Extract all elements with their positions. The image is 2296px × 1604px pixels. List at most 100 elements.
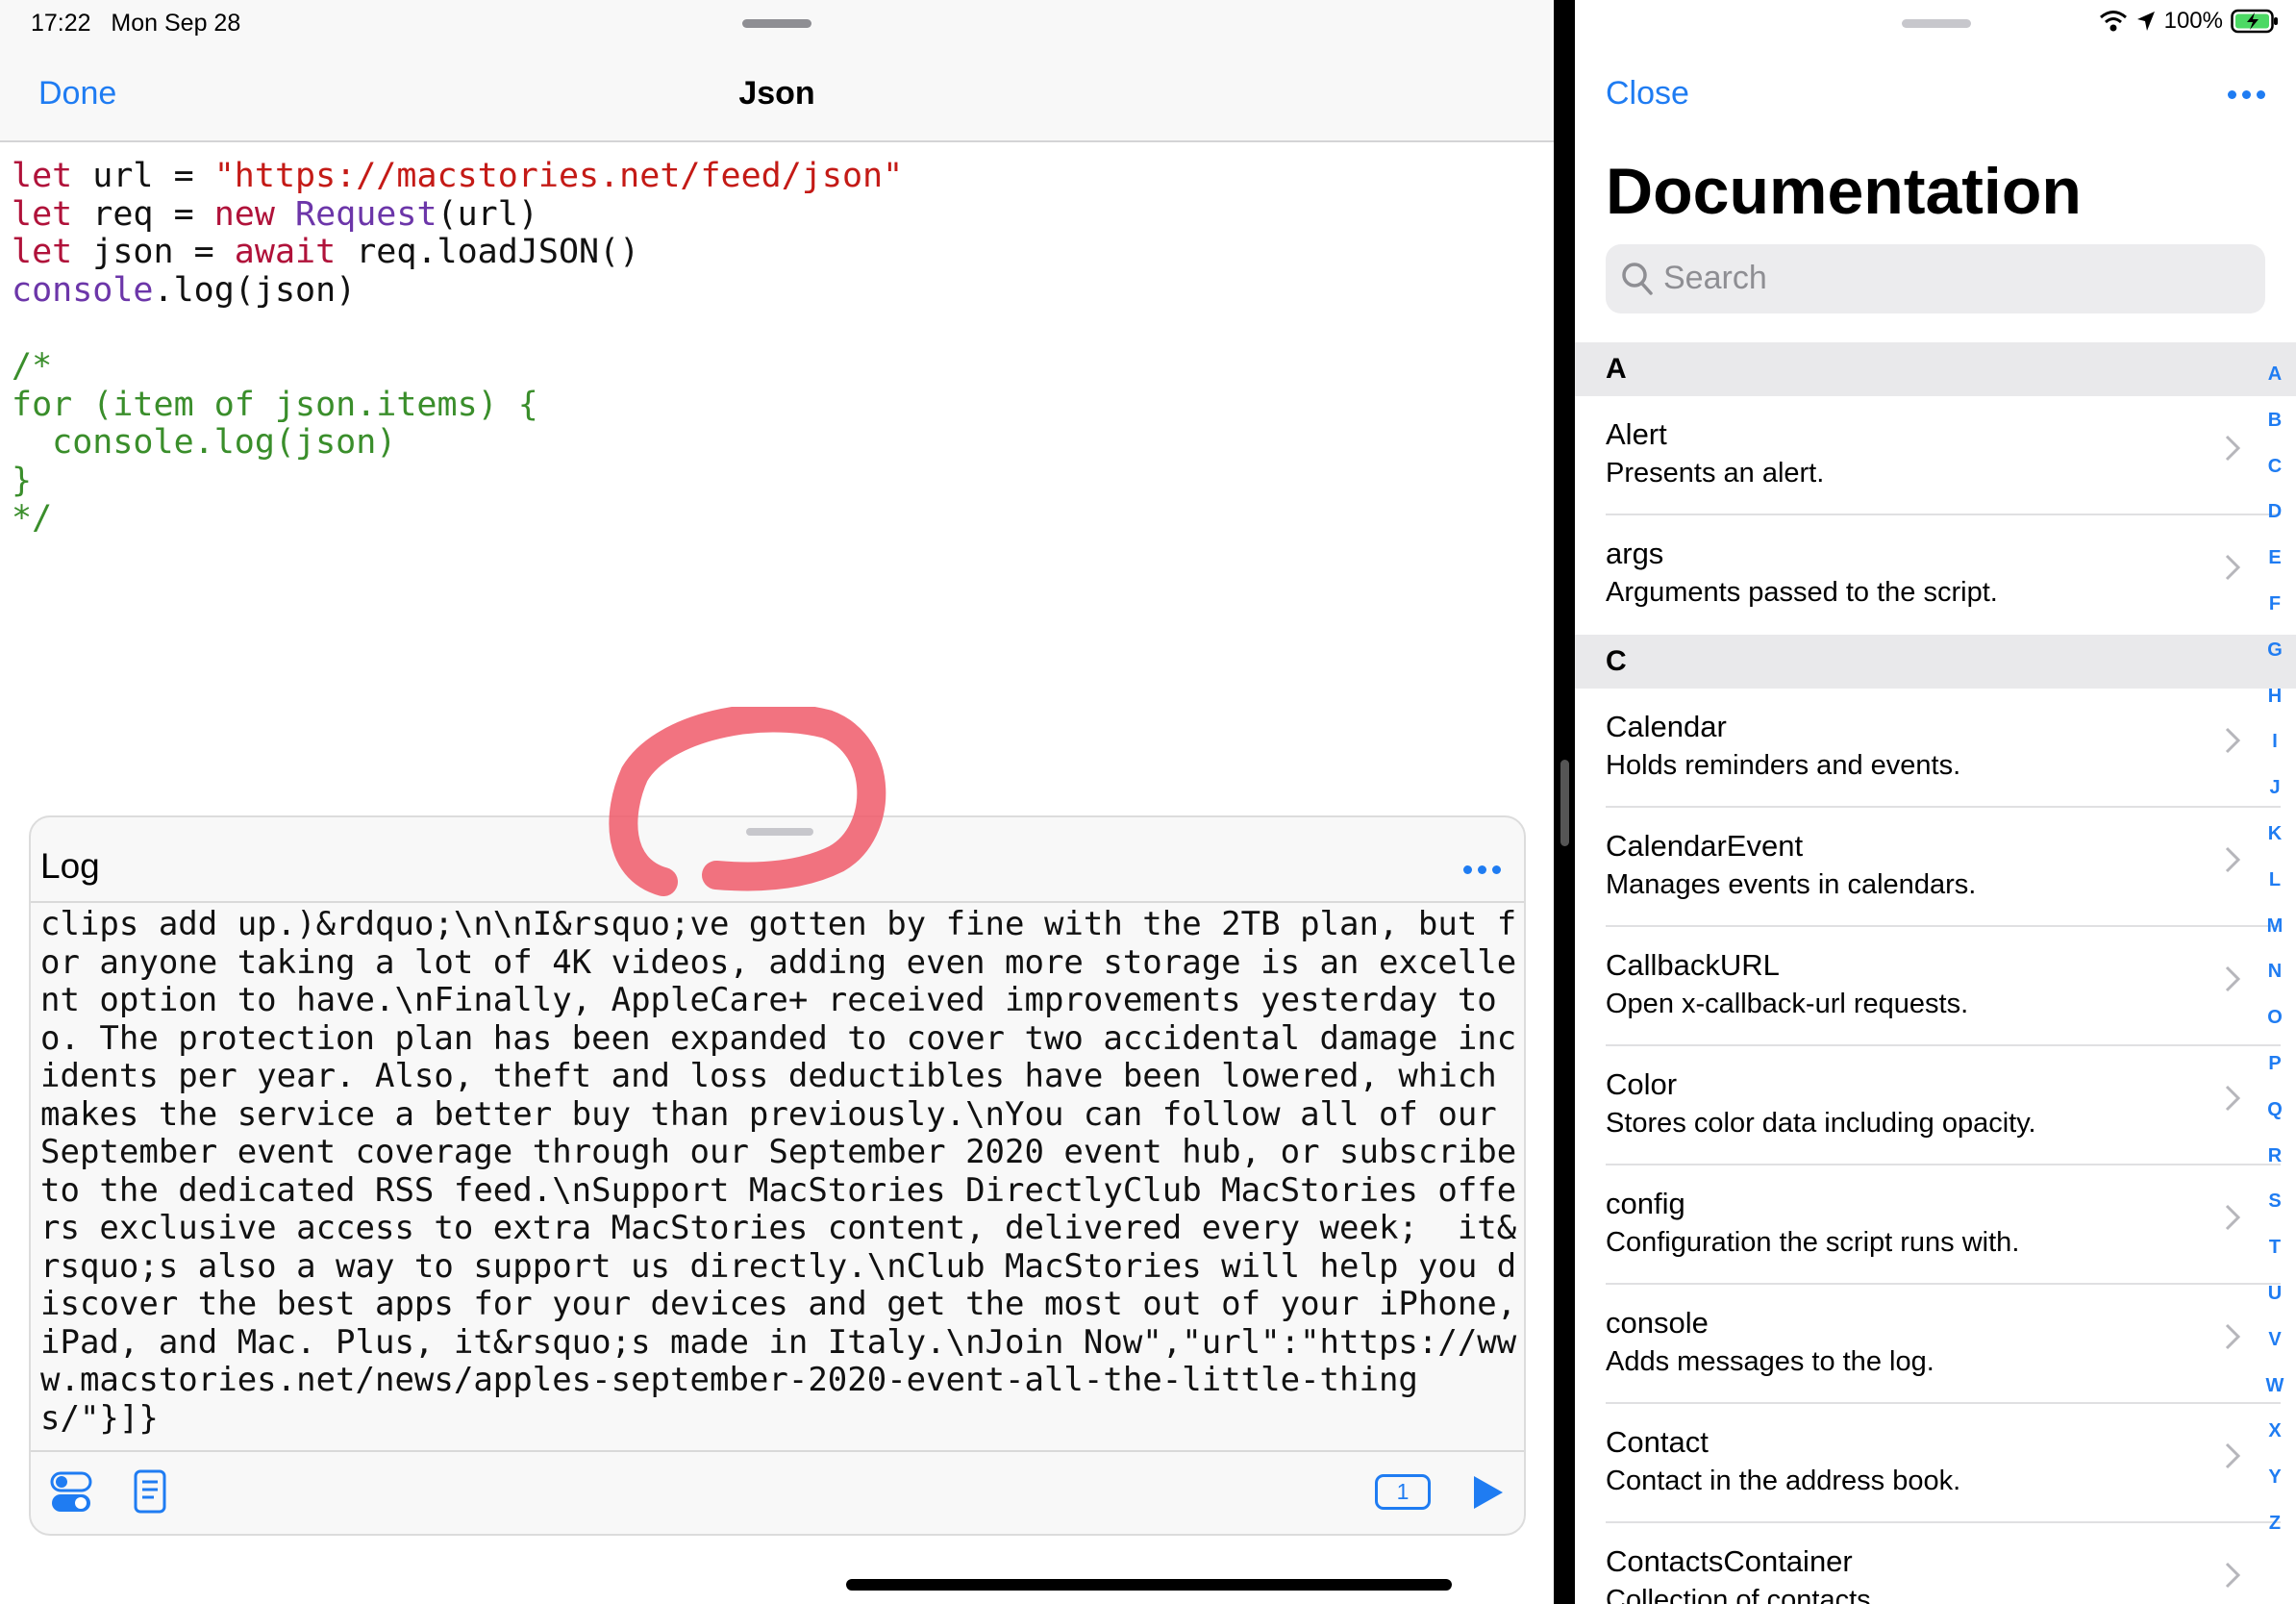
doc-item-desc: Stores color data including opacity.: [1606, 1108, 2036, 1139]
doc-item-calendarevent[interactable]: CalendarEvent Manages events in calendar…: [1606, 808, 2281, 927]
wifi-icon: [2099, 11, 2127, 32]
window-grabber[interactable]: [742, 19, 811, 28]
doc-item-desc: Holds reminders and events.: [1606, 750, 1961, 781]
battery-percent: 100%: [2163, 8, 2223, 34]
code-editor[interactable]: let url = "https://macstories.net/feed/j…: [12, 157, 903, 539]
index-letter-d[interactable]: D: [2256, 501, 2294, 547]
chevron-right-icon: [2225, 1323, 2240, 1350]
index-letter-k[interactable]: K: [2256, 823, 2294, 869]
status-bar-right: 100%: [2099, 8, 2279, 35]
log-count-badge[interactable]: 1: [1375, 1474, 1431, 1510]
index-letter-v[interactable]: V: [2256, 1329, 2294, 1375]
doc-item-args[interactable]: args Arguments passed to the script.: [1606, 515, 2250, 635]
doc-item-console[interactable]: console Adds messages to the log.: [1606, 1285, 2281, 1404]
section-header-c: C: [1575, 635, 2296, 689]
chevron-right-icon: [2225, 435, 2240, 462]
doc-item-calendar[interactable]: Calendar Holds reminders and events.: [1606, 689, 2281, 808]
chevron-right-icon: [2225, 1204, 2240, 1231]
section-index[interactable]: ABCDEFGHIJKLMNOPQRSTUVWXYZ: [2256, 363, 2294, 1559]
annotation-circle: [609, 707, 886, 896]
documentation-pane: 100% Close Documentation Search A Alert …: [1575, 0, 2296, 1604]
doc-item-callbackurl[interactable]: CallbackURL Open x-callback-url requests…: [1606, 927, 2281, 1046]
search-field[interactable]: Search: [1606, 244, 2265, 313]
doc-item-contactscontainer[interactable]: ContactsContainer Collection of contacts…: [1606, 1523, 2250, 1604]
doc-item-desc: Arguments passed to the script.: [1606, 577, 1998, 608]
index-letter-z[interactable]: Z: [2256, 1513, 2294, 1559]
doc-item-desc: Presents an alert.: [1606, 458, 1825, 489]
doc-item-name: Alert: [1606, 417, 1667, 451]
index-letter-r[interactable]: R: [2256, 1145, 2294, 1191]
chevron-right-icon: [2225, 554, 2240, 581]
script-title: Json: [738, 75, 815, 112]
play-icon[interactable]: [1470, 1474, 1507, 1511]
search-placeholder: Search: [1663, 260, 1767, 296]
doc-item-name: Contact: [1606, 1425, 1709, 1459]
doc-item-desc: Configuration the script runs with.: [1606, 1227, 2020, 1258]
index-letter-w[interactable]: W: [2256, 1375, 2294, 1421]
editor-header: 17:22 Mon Sep 28 Done Json: [0, 0, 1554, 142]
status-time: 17:22 Mon Sep 28: [31, 10, 241, 37]
index-letter-i[interactable]: I: [2256, 731, 2294, 777]
toggles-icon[interactable]: [50, 1470, 92, 1515]
index-letter-m[interactable]: M: [2256, 915, 2294, 962]
chevron-right-icon: [2225, 1562, 2240, 1589]
doc-item-config[interactable]: config Configuration the script runs wit…: [1606, 1165, 2281, 1285]
close-button[interactable]: Close: [1606, 75, 1689, 113]
log-more-icon[interactable]: [1463, 865, 1501, 874]
index-letter-f[interactable]: F: [2256, 593, 2294, 639]
index-letter-a[interactable]: A: [2256, 363, 2294, 410]
chevron-right-icon: [2225, 1442, 2240, 1469]
log-toolbar: 1: [31, 1451, 1524, 1534]
log-title: Log: [40, 846, 100, 886]
script-editor-pane: 17:22 Mon Sep 28 Done Json let url = "ht…: [0, 0, 1554, 1604]
index-letter-h[interactable]: H: [2256, 686, 2294, 732]
index-letter-e[interactable]: E: [2256, 547, 2294, 593]
index-letter-g[interactable]: G: [2256, 639, 2294, 686]
chevron-right-icon: [2225, 846, 2240, 873]
doc-item-contact[interactable]: Contact Contact in the address book.: [1606, 1404, 2281, 1523]
doc-item-desc: Open x-callback-url requests.: [1606, 989, 1969, 1019]
doc-item-name: config: [1606, 1187, 1685, 1220]
doc-item-desc: Manages events in calendars.: [1606, 869, 1977, 900]
chevron-right-icon: [2225, 727, 2240, 754]
index-letter-x[interactable]: X: [2256, 1420, 2294, 1466]
index-letter-s[interactable]: S: [2256, 1190, 2294, 1237]
doc-item-name: CallbackURL: [1606, 948, 1780, 982]
log-panel: Log clips add up.)&rdquo;\n\nI&rsquo;ve …: [29, 815, 1526, 1536]
index-letter-l[interactable]: L: [2256, 869, 2294, 915]
index-letter-y[interactable]: Y: [2256, 1466, 2294, 1513]
docs-more-icon[interactable]: [2228, 90, 2265, 99]
search-icon: [1622, 263, 1653, 295]
index-letter-b[interactable]: B: [2256, 410, 2294, 456]
home-indicator: [846, 1579, 1452, 1591]
doc-item-name: CalendarEvent: [1606, 829, 1804, 863]
index-letter-n[interactable]: N: [2256, 961, 2294, 1007]
split-view-handle[interactable]: [1560, 760, 1569, 846]
log-output: clips add up.)&rdquo;\n\nI&rsquo;ve gott…: [40, 906, 1517, 1438]
index-letter-u[interactable]: U: [2256, 1283, 2294, 1329]
doc-item-name: console: [1606, 1306, 1709, 1340]
index-letter-o[interactable]: O: [2256, 1007, 2294, 1053]
index-letter-q[interactable]: Q: [2256, 1099, 2294, 1145]
battery-charging-icon: [2231, 9, 2278, 34]
index-letter-p[interactable]: P: [2256, 1053, 2294, 1099]
doc-item-color[interactable]: Color Stores color data including opacit…: [1606, 1046, 2281, 1165]
documentation-title: Documentation: [1606, 155, 2082, 228]
doc-item-desc: Contact in the address book.: [1606, 1466, 1961, 1496]
doc-item-alert[interactable]: Alert Presents an alert.: [1606, 396, 2281, 515]
index-letter-t[interactable]: T: [2256, 1237, 2294, 1283]
document-icon[interactable]: [133, 1468, 167, 1515]
doc-item-name: ContactsContainer: [1606, 1544, 1853, 1578]
doc-item-name: Calendar: [1606, 710, 1727, 743]
log-divider: [31, 901, 1524, 903]
doc-item-desc: Adds messages to the log.: [1606, 1346, 1934, 1377]
index-letter-c[interactable]: C: [2256, 456, 2294, 502]
location-icon: [2136, 12, 2155, 31]
section-header-a: A: [1575, 342, 2296, 396]
code-comment: /* for (item of json.items) { console.lo…: [12, 346, 538, 539]
index-letter-j[interactable]: J: [2256, 777, 2294, 823]
doc-item-name: Color: [1606, 1067, 1678, 1101]
chevron-right-icon: [2225, 965, 2240, 992]
doc-item-desc: Collection of contacts.: [1606, 1585, 1879, 1604]
window-grabber-right[interactable]: [1902, 19, 1971, 28]
